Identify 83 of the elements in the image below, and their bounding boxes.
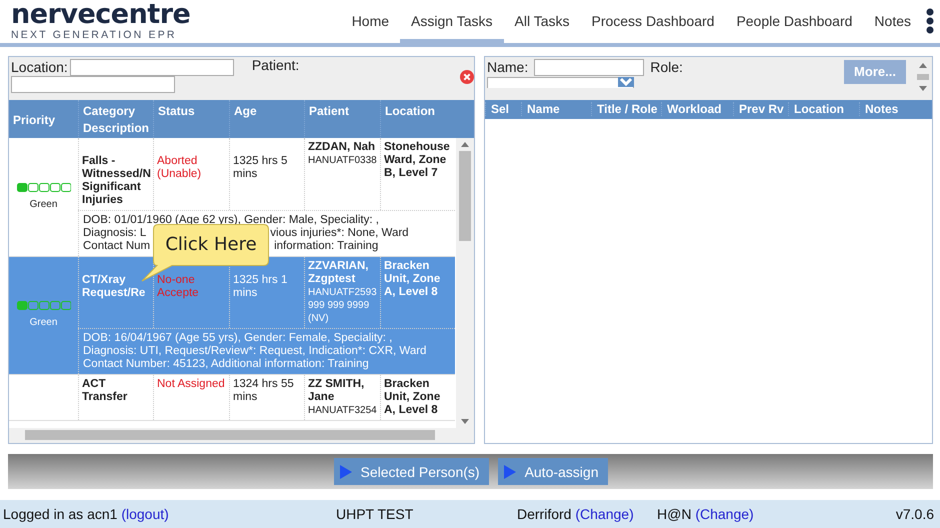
clear-icon[interactable] (460, 70, 474, 84)
change-link[interactable]: (Change) (695, 506, 754, 522)
patient-field[interactable] (11, 76, 175, 93)
scroll-up-icon[interactable] (461, 142, 469, 147)
more-menu-icon[interactable] (926, 8, 934, 34)
column-header[interactable]: Priority (9, 100, 78, 138)
scroll-down-icon[interactable] (919, 86, 927, 91)
column-header[interactable]: Age (229, 100, 304, 138)
role-dropdown[interactable] (487, 76, 634, 88)
site-name: UHPT TEST (336, 506, 414, 522)
status-text: Not Assigned (157, 378, 225, 390)
patient-id: 999 999 9999 (308, 298, 370, 312)
change-link[interactable]: (Change) (575, 506, 634, 522)
panel-scrollbar[interactable] (918, 62, 928, 91)
column-header[interactable]: Title / Role (591, 102, 661, 116)
login-text: Logged in as acn1 (3, 506, 118, 522)
location-text: Bracken Unit, Zone A, Level 8 (384, 260, 440, 298)
patient-id: HANUATF3254 (308, 404, 377, 417)
vertical-scrollbar[interactable] (456, 138, 474, 428)
patient-id: HANUATF2593 (308, 286, 377, 299)
filter-label: Role: (650, 59, 683, 76)
column-header[interactable]: Workload (661, 102, 733, 116)
hospital-name: Derriford (517, 506, 572, 522)
area-name: H@N (657, 506, 692, 522)
column-header[interactable]: Name (521, 102, 591, 116)
scroll-thumb[interactable] (25, 430, 435, 440)
column-header[interactable]: Patient (304, 100, 380, 138)
location-text: Bracken Unit, Zone A, Level 8 (384, 378, 440, 416)
age-text: 1325 hrs 5 mins (233, 154, 288, 180)
description-text: vious injuries*: None, Ward (270, 226, 409, 240)
scroll-down-icon[interactable] (461, 418, 469, 424)
category-text: CT/Xray Request/Re (82, 274, 146, 299)
description-text: DOB: 16/04/1967 (Age 55 yrs), Gender: Female, Speciality: , (83, 332, 392, 345)
scroll-up-icon[interactable] (919, 62, 927, 68)
task-row[interactable]: ACT Transfer Not Assigned 1324 hrs 55 mins ZZ SMITH, Jane HANUATF3254 Bracken Unit, Zone A, Level 8 (9, 374, 455, 421)
category-text: ACT Transfer (82, 378, 128, 403)
description-text: Diagnosis: UTI, Request/Review*: Request, Indication*: CXR, Ward (83, 344, 426, 358)
description-text: Contact Num (83, 240, 150, 253)
play-icon (340, 464, 352, 479)
column-header[interactable]: Prev Rv (733, 102, 788, 116)
name-field[interactable] (534, 58, 644, 76)
patient-id: HANUATF0338 (308, 154, 377, 167)
assign-button[interactable]: Auto-assign (498, 458, 608, 486)
patient-name: ZZDAN, Nah (308, 140, 376, 154)
column-header[interactable]: Description (83, 120, 149, 135)
patient-name: ZZ SMITH, Jane (308, 378, 366, 404)
category-text: Falls - Witnessed/N Significant Injuries (82, 154, 151, 206)
nav-tab[interactable]: Notes (863, 0, 922, 43)
column-header[interactable]: Notes (859, 102, 919, 116)
logo-tagline: NEXT GENERATION EPR (11, 29, 178, 41)
age-text: 1324 hrs 55 mins (233, 378, 294, 403)
column-header[interactable]: Status (153, 100, 229, 138)
scroll-thumb[interactable] (459, 150, 471, 241)
column-header[interactable]: Location (380, 100, 455, 138)
column-header[interactable]: Sel (485, 102, 521, 116)
description-text: Diagnosis: L (83, 226, 146, 240)
nav-tab[interactable]: Home (340, 0, 400, 43)
description-text: Contact Number: 45123, Additional information: Training (83, 358, 369, 371)
description-text: information: Training (274, 240, 378, 253)
logo-wordmark: nervecentre (11, 2, 190, 28)
location-text: Stonehouse Ward, Zone B, Level 7 (384, 140, 450, 179)
version-text: v7.0.6 (896, 506, 934, 522)
priority-label: Green (30, 316, 58, 330)
status-text: No-one Accepte (157, 274, 199, 299)
patient-id: (NV) (308, 312, 330, 325)
column-header[interactable]: Location (788, 102, 859, 116)
nav-tab[interactable]: All Tasks (504, 0, 580, 43)
scroll-thumb[interactable] (917, 74, 929, 80)
status-text: Aborted (Unable) (157, 154, 202, 180)
assign-button[interactable]: Selected Person(s) (334, 458, 489, 486)
nav-tab[interactable]: People Dashboard (725, 0, 864, 43)
age-text: 1325 hrs 1 mins (233, 274, 288, 299)
chevron-icon (618, 76, 634, 87)
logout-link[interactable]: (logout) (121, 506, 169, 522)
filter-label: Location: (11, 59, 68, 76)
filter-label: Name: (487, 59, 528, 76)
location-field[interactable] (70, 58, 234, 76)
play-icon (504, 464, 516, 479)
nav-tab[interactable]: Process Dashboard (580, 0, 726, 43)
column-header[interactable]: Category (83, 104, 149, 118)
filter-label: Patient: (252, 57, 300, 74)
patient-name: ZZVARIAN, Zzgptest (308, 260, 370, 286)
priority-label: Green (30, 198, 58, 211)
